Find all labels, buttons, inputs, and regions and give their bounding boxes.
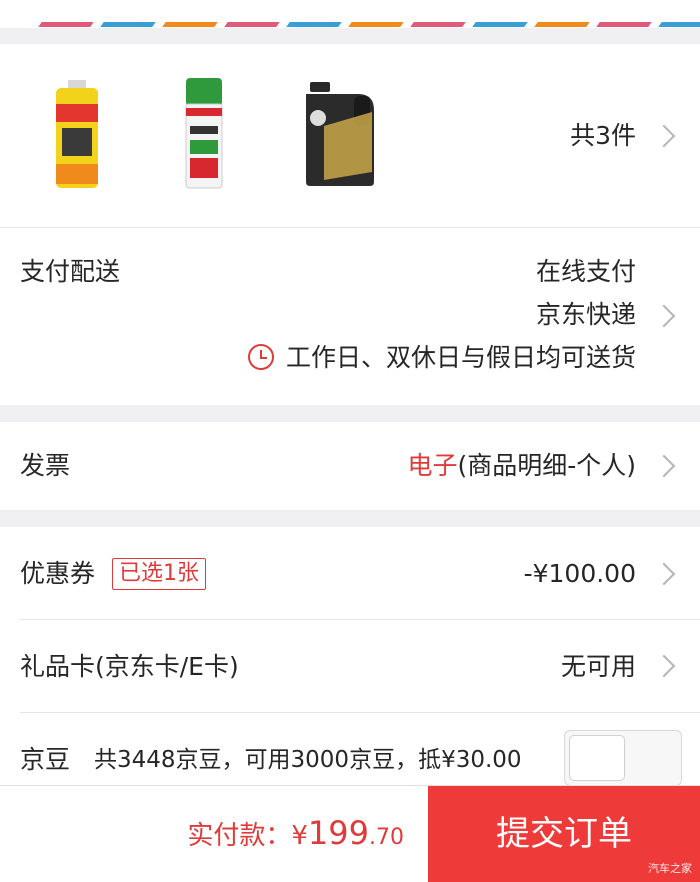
product-image-oil-jug xyxy=(306,82,374,186)
currency-symbol: ¥ xyxy=(291,821,308,851)
stripe-segment xyxy=(472,22,528,27)
stripe-segment xyxy=(410,22,466,27)
total-label: 实付款： xyxy=(187,821,292,851)
stripe-segment xyxy=(100,22,156,27)
coupon-label: 优惠券 xyxy=(20,559,96,588)
toggle-knob xyxy=(569,735,625,781)
courier-name: 京东快递 xyxy=(535,300,636,329)
gift-card-value: 无可用 xyxy=(560,652,636,681)
stripe-segment xyxy=(224,22,280,27)
divider xyxy=(20,619,700,620)
coupon-value: -¥100.00 xyxy=(523,559,636,588)
stripe-segment xyxy=(286,22,342,27)
coupon-selected-badge: 已选1张 xyxy=(112,558,206,590)
jingdou-info: 共3448京豆，可用3000京豆，抵¥30.00 xyxy=(94,747,522,773)
stripe-segment xyxy=(162,22,218,27)
invoice-detail: (商品明细-个人) xyxy=(457,451,636,480)
jingdou-toggle[interactable] xyxy=(564,730,682,786)
checkout-bar: 实付款：¥199.70 提交订单 汽车之家 xyxy=(0,785,700,882)
total-amount-integer: 199 xyxy=(307,814,369,852)
delivery-schedule: 工作日、双休日与假日均可送货 xyxy=(285,343,636,372)
stripe-segment xyxy=(596,22,652,27)
total-amount-decimal: .70 xyxy=(369,825,404,850)
payment-method: 在线支付 xyxy=(535,257,636,286)
invoice-value: 电子(商品明细-个人) xyxy=(407,451,636,481)
watermark: 汽车之家 xyxy=(648,862,692,875)
invoice-label: 发票 xyxy=(20,451,71,480)
airmail-stripe xyxy=(0,0,700,28)
total-payable: 实付款：¥199.70 xyxy=(187,816,404,855)
invoice-type: 电子 xyxy=(407,451,458,480)
jingdou-label: 京豆 xyxy=(20,745,71,774)
divider xyxy=(20,712,700,713)
stripe-segment xyxy=(534,22,590,27)
product-image-green-spray xyxy=(185,78,223,189)
clock-icon xyxy=(248,344,274,370)
product-count: 共3件 xyxy=(570,121,636,150)
stripe-segment xyxy=(658,22,700,27)
stripe-segment xyxy=(38,22,94,27)
delivery-label: 支付配送 xyxy=(20,257,121,286)
stripe-segment xyxy=(348,22,404,27)
gift-card-label[interactable]: 礼品卡(京东卡/E卡) xyxy=(20,652,239,682)
product-image-yellow-spray xyxy=(56,80,98,188)
